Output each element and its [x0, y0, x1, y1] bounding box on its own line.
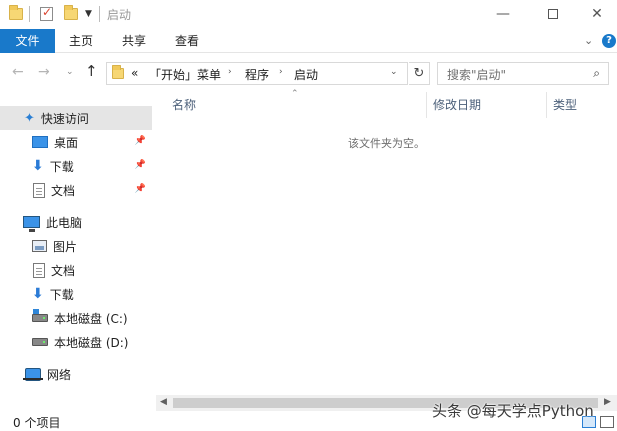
empty-folder-message: 该文件夹为空。	[348, 137, 425, 150]
column-divider[interactable]	[546, 92, 547, 118]
sidebar-item-label: 下载	[49, 287, 74, 302]
up-arrow-icon: ↑	[85, 62, 98, 80]
scroll-left-icon[interactable]: ◀	[160, 397, 167, 407]
file-list[interactable]: ⌃ 名称 修改日期 类型 该文件夹为空。	[156, 89, 617, 397]
address-history-chevron-down-icon[interactable]: ⌄	[390, 67, 398, 77]
explorer-window: ▼ 启动 — ✕ 文件 主页 共享 查看 ⌄ ? ← → ⌄ ↑ « 「开始」菜…	[0, 0, 617, 431]
desktop-icon	[32, 136, 48, 148]
ribbon-tabs: 文件 主页 共享 查看 ⌄ ?	[0, 29, 617, 53]
help-icon[interactable]: ?	[602, 34, 616, 48]
search-input[interactable]: 搜索"启动"	[447, 66, 506, 83]
item-count: 0 个项目	[13, 416, 61, 430]
navigation-bar: ← → ⌄ ↑ « 「开始」菜单 › 程序 › 启动 ⌄ ↻ 搜索"启动" ⌕	[0, 58, 617, 88]
sidebar-item-label: 文档	[51, 263, 76, 278]
breadcrumb-separator-icon[interactable]: ›	[279, 67, 283, 77]
system-drive-icon	[32, 309, 48, 322]
sidebar-item-pc-downloads[interactable]: ⬇ 下载	[0, 282, 152, 306]
pictures-icon	[32, 240, 47, 252]
customize-toolbar-chevron-down-icon[interactable]: ▼	[85, 6, 92, 22]
maximize-icon	[548, 9, 558, 19]
title-divider	[99, 6, 100, 22]
sidebar-item-downloads[interactable]: ⬇ 下载 📌	[0, 154, 152, 178]
sidebar-item-quick-access[interactable]: ✦ 快速访问	[0, 106, 152, 130]
network-icon	[23, 367, 43, 381]
document-icon	[33, 262, 45, 278]
address-bar[interactable]: « 「开始」菜单 › 程序 › 启动	[106, 62, 408, 85]
download-arrow-icon: ⬇	[32, 286, 44, 302]
maximize-button[interactable]	[530, 0, 576, 28]
sidebar-item-label: 本地磁盘 (D:)	[54, 335, 129, 350]
tab-file[interactable]: 文件	[0, 29, 55, 53]
recent-locations-button[interactable]: ⌄	[66, 67, 74, 77]
breadcrumb-overflow[interactable]: «	[131, 66, 138, 80]
forward-button[interactable]: →	[38, 64, 50, 80]
window-title: 启动	[107, 8, 132, 22]
tab-share[interactable]: 共享	[115, 29, 153, 53]
minimize-icon: —	[496, 6, 510, 22]
download-arrow-icon: ⬇	[32, 158, 44, 174]
pin-icon[interactable]: 📌	[135, 136, 146, 146]
scroll-right-icon[interactable]: ▶	[604, 397, 611, 407]
refresh-icon: ↻	[413, 66, 425, 81]
back-arrow-icon: ←	[12, 64, 24, 80]
breadcrumb-start-menu[interactable]: 「开始」菜单	[149, 66, 221, 83]
minimize-button[interactable]: —	[480, 0, 526, 28]
title-bar: ▼ 启动 — ✕	[0, 0, 617, 28]
tab-view[interactable]: 查看	[168, 29, 206, 53]
search-box[interactable]: 搜索"启动" ⌕	[437, 62, 609, 85]
breadcrumb-programs[interactable]: 程序	[245, 66, 269, 83]
properties-icon[interactable]	[40, 5, 53, 22]
chevron-down-icon: ⌄	[66, 67, 74, 77]
refresh-button[interactable]: ↻	[409, 62, 430, 85]
new-folder-icon[interactable]	[64, 5, 78, 22]
sidebar-item-label: 此电脑	[46, 215, 83, 230]
sidebar-item-desktop[interactable]: 桌面 📌	[0, 130, 152, 154]
sidebar-item-label: 下载	[49, 159, 74, 174]
sidebar-item-pictures[interactable]: 图片	[0, 234, 152, 258]
navigation-pane: ✦ 快速访问 桌面 📌 ⬇ 下载 📌 文档 📌 此电脑 图片 文档 ⬇ 下载 本…	[0, 92, 152, 402]
expand-ribbon-chevron-down-icon[interactable]: ⌄	[584, 34, 593, 47]
sidebar-item-label: 桌面	[54, 135, 79, 150]
up-button[interactable]: ↑	[85, 62, 98, 80]
sidebar-item-documents[interactable]: 文档 📌	[0, 178, 152, 202]
folder-icon	[9, 5, 23, 22]
search-icon: ⌕	[593, 66, 600, 80]
toolbar-divider	[29, 6, 30, 22]
sidebar-item-drive-d[interactable]: 本地磁盘 (D:)	[0, 330, 152, 354]
large-icons-view-icon[interactable]	[600, 416, 614, 428]
sidebar-item-this-pc[interactable]: 此电脑	[0, 210, 152, 234]
column-divider[interactable]	[426, 92, 427, 118]
sidebar-item-label: 快速访问	[40, 111, 89, 126]
close-icon: ✕	[591, 6, 603, 22]
column-header-date-modified[interactable]: 修改日期	[433, 92, 543, 118]
sidebar-item-label: 文档	[51, 183, 76, 198]
forward-arrow-icon: →	[38, 64, 50, 80]
watermark: 头条 @每天学点Python	[432, 402, 594, 420]
sidebar-item-pc-documents[interactable]: 文档	[0, 258, 152, 282]
sidebar-item-label: 本地磁盘 (C:)	[54, 311, 128, 326]
pin-icon[interactable]: 📌	[135, 160, 146, 170]
sidebar-item-label: 网络	[47, 367, 72, 382]
sidebar-item-label: 图片	[53, 239, 78, 254]
back-button[interactable]: ←	[12, 64, 24, 80]
breadcrumb-separator-icon[interactable]: ›	[228, 67, 232, 77]
close-button[interactable]: ✕	[574, 0, 617, 28]
drive-icon	[32, 338, 48, 346]
tab-home[interactable]: 主页	[62, 29, 100, 53]
computer-icon	[23, 216, 40, 232]
column-header-name[interactable]: 名称	[172, 92, 422, 118]
pin-icon[interactable]: 📌	[135, 184, 146, 194]
star-icon: ✦	[24, 110, 35, 126]
folder-icon	[112, 65, 124, 79]
column-header-type[interactable]: 类型	[553, 92, 613, 118]
sidebar-item-network[interactable]: 网络	[0, 362, 152, 386]
document-icon	[33, 182, 45, 198]
sidebar-item-drive-c[interactable]: 本地磁盘 (C:)	[0, 306, 152, 330]
breadcrumb-startup[interactable]: 启动	[294, 66, 318, 83]
